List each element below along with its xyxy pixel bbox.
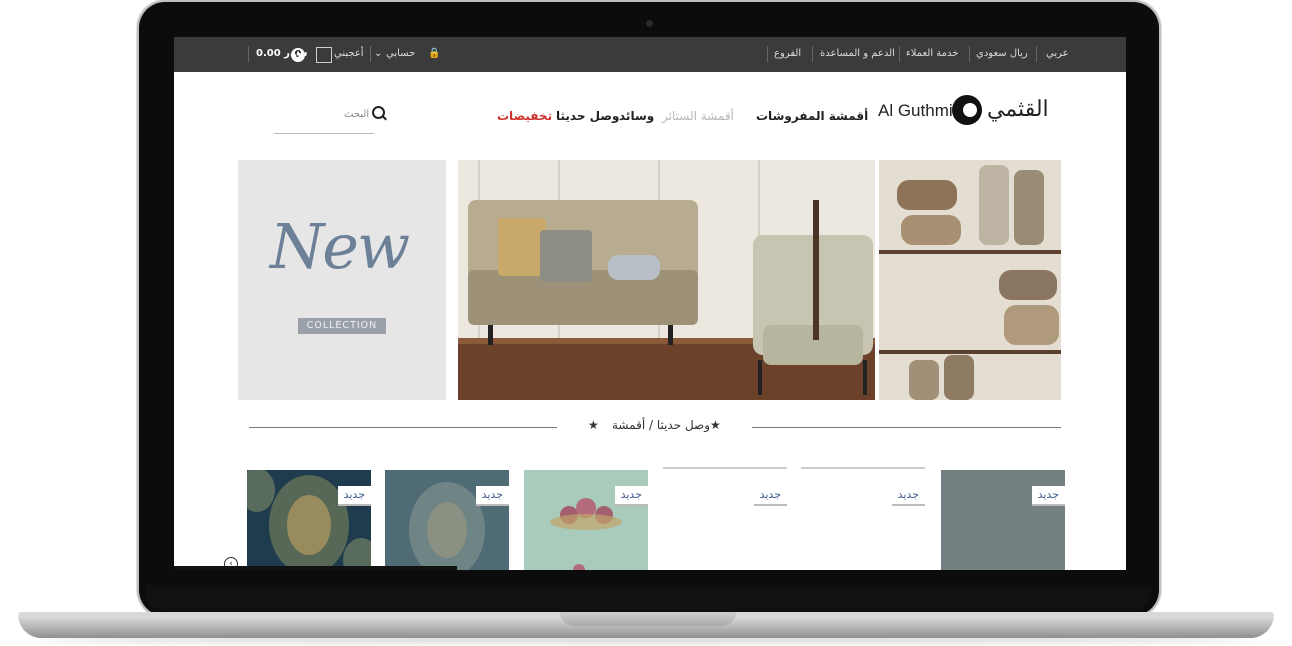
logo-text-ar: القثمي bbox=[987, 97, 1049, 122]
divider bbox=[1036, 46, 1037, 62]
nav-new-arrivals[interactable]: وصل حديثا bbox=[556, 109, 619, 123]
top-bar: عربي ريال سعودي خدمة العملاء الدعم و الم… bbox=[174, 37, 1126, 72]
cushion-shelf-banner-image[interactable] bbox=[879, 160, 1061, 400]
wishlist-link[interactable]: أعجبني bbox=[334, 48, 364, 59]
new-collection-subtitle: COLLECTION bbox=[298, 318, 386, 334]
product-card[interactable]: جديد bbox=[663, 470, 787, 570]
fabric-swatch-mint-floral bbox=[524, 470, 648, 570]
currency-link[interactable]: ريال سعودي bbox=[976, 48, 1028, 59]
section-rule-right bbox=[752, 427, 1061, 428]
nav-curtain-fabrics[interactable]: أقمشة الستائر bbox=[662, 109, 734, 123]
customer-service-link[interactable]: خدمة العملاء bbox=[906, 48, 958, 59]
star-icon: ★ bbox=[710, 418, 721, 432]
divider bbox=[899, 46, 900, 62]
new-badge: جديد bbox=[753, 486, 787, 506]
fabric-swatch-navy-damask bbox=[247, 470, 371, 570]
nav-sale[interactable]: تخفيضات bbox=[497, 109, 552, 123]
product-card[interactable]: جديد bbox=[801, 470, 925, 570]
account-link[interactable]: حسابي bbox=[386, 48, 415, 59]
search-input[interactable]: البحث bbox=[344, 109, 369, 120]
branches-link[interactable]: الفروع bbox=[774, 48, 801, 59]
divider bbox=[767, 46, 768, 62]
card-divider bbox=[663, 467, 787, 469]
logo-text-en: Al Guthmi bbox=[878, 101, 953, 120]
new-badge: جديد bbox=[1031, 486, 1065, 506]
cart-total[interactable]: 0.00 س.ر bbox=[256, 48, 308, 59]
new-badge: جديد bbox=[475, 486, 509, 506]
fabric-swatch-blue-linen bbox=[941, 470, 1065, 570]
new-collection-banner[interactable]: New COLLECTION bbox=[238, 160, 446, 400]
fabric-swatch-blue-paisley bbox=[385, 470, 509, 570]
sofa-illustration bbox=[458, 160, 875, 400]
nav-cushions[interactable]: وسائد bbox=[619, 109, 654, 123]
logo-mark-icon bbox=[952, 95, 982, 125]
new-badge: جديد bbox=[891, 486, 925, 506]
card-divider bbox=[801, 467, 925, 469]
divider bbox=[969, 46, 970, 62]
sofa-banner-image[interactable] bbox=[458, 160, 875, 400]
lock-icon: 🔒 bbox=[428, 48, 441, 59]
browser-screen: عربي ريال سعودي خدمة العملاء الدعم و الم… bbox=[174, 37, 1126, 570]
product-card[interactable]: جديد bbox=[247, 470, 371, 570]
search-underline bbox=[274, 133, 374, 134]
laptop-notch bbox=[560, 612, 736, 626]
support-link[interactable]: الدعم و المساعدة bbox=[820, 48, 895, 59]
heart-icon bbox=[316, 47, 332, 63]
screen-bottom-strip bbox=[174, 566, 457, 570]
divider bbox=[812, 46, 813, 62]
section-title: وصل حديثا / أقمشة bbox=[612, 418, 711, 432]
new-badge: جديد bbox=[614, 486, 648, 506]
divider bbox=[370, 46, 371, 62]
laptop-chin bbox=[146, 585, 1152, 611]
chevron-down-icon: ⌄ bbox=[374, 48, 383, 59]
new-badge: جديد bbox=[337, 486, 371, 506]
language-link[interactable]: عربي bbox=[1046, 48, 1069, 59]
product-card[interactable]: جديد bbox=[941, 470, 1065, 570]
star-icon: ★ bbox=[588, 418, 599, 432]
divider bbox=[248, 46, 249, 62]
new-collection-title: New bbox=[270, 210, 410, 283]
product-card[interactable]: جديد bbox=[385, 470, 509, 570]
camera bbox=[646, 20, 653, 27]
product-card[interactable]: جديد bbox=[524, 470, 648, 570]
shelf-illustration bbox=[879, 160, 1061, 400]
nav-upholstery-fabrics[interactable]: أقمشة المفروشات bbox=[756, 109, 868, 123]
section-rule-left bbox=[249, 427, 557, 428]
search-icon[interactable] bbox=[372, 106, 385, 119]
